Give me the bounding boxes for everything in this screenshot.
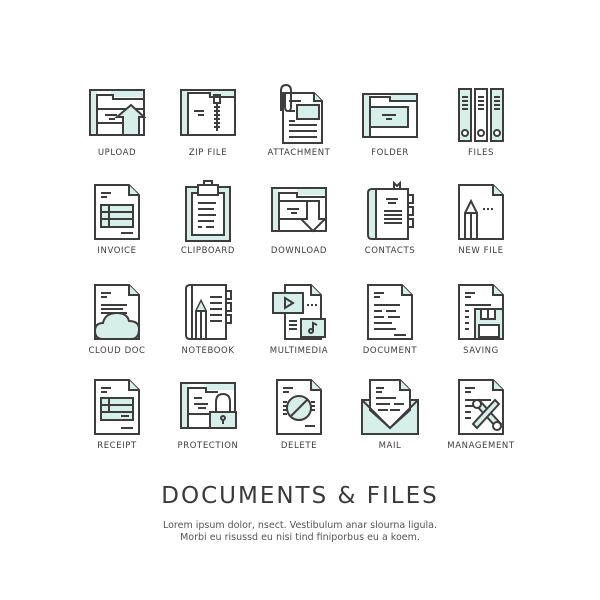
notebook-icon	[185, 284, 232, 340]
page-title: DOCUMENTS & FILES	[161, 483, 439, 509]
cloud-doc-icon	[93, 284, 141, 340]
saving-icon	[458, 284, 504, 340]
management-icon	[458, 379, 504, 435]
download-icon	[271, 187, 328, 233]
icon-tile-new-file: NEW FILE	[426, 183, 536, 273]
protection-icon	[180, 382, 237, 429]
document-icon	[367, 284, 413, 340]
invoice-icon	[94, 184, 140, 240]
subtitle-line-1: Lorem ipsum dolor, nsect. Vestibulum ana…	[162, 520, 438, 531]
attachment-icon	[280, 83, 323, 144]
multimedia-icon	[272, 284, 326, 340]
folder-icon	[362, 93, 418, 138]
icon-grid: UPLOAD ZIP FILE ATTACHMENT FOLDER FILES …	[0, 0, 600, 470]
receipt-icon	[94, 379, 140, 435]
new-file-icon	[458, 184, 504, 240]
files-icon	[458, 88, 504, 142]
mail-icon	[361, 379, 419, 435]
icon-label: MANAGEMENT	[447, 441, 515, 451]
contacts-icon	[367, 180, 414, 240]
icon-tile-files: FILES	[426, 85, 536, 175]
subtitle-line-2: Morbi eu risussd eu nisi tind finiporbus…	[180, 532, 420, 543]
clipboard-icon	[185, 180, 231, 242]
delete-icon	[276, 379, 322, 435]
icon-tile-saving: SAVING	[426, 283, 536, 373]
upload-icon	[89, 89, 147, 136]
icon-label: SAVING	[463, 346, 499, 356]
icon-tile-management: MANAGEMENT	[426, 378, 536, 468]
icon-label: NEW FILE	[458, 246, 504, 256]
icon-label: FILES	[468, 148, 494, 158]
zip-file-icon	[180, 89, 236, 136]
